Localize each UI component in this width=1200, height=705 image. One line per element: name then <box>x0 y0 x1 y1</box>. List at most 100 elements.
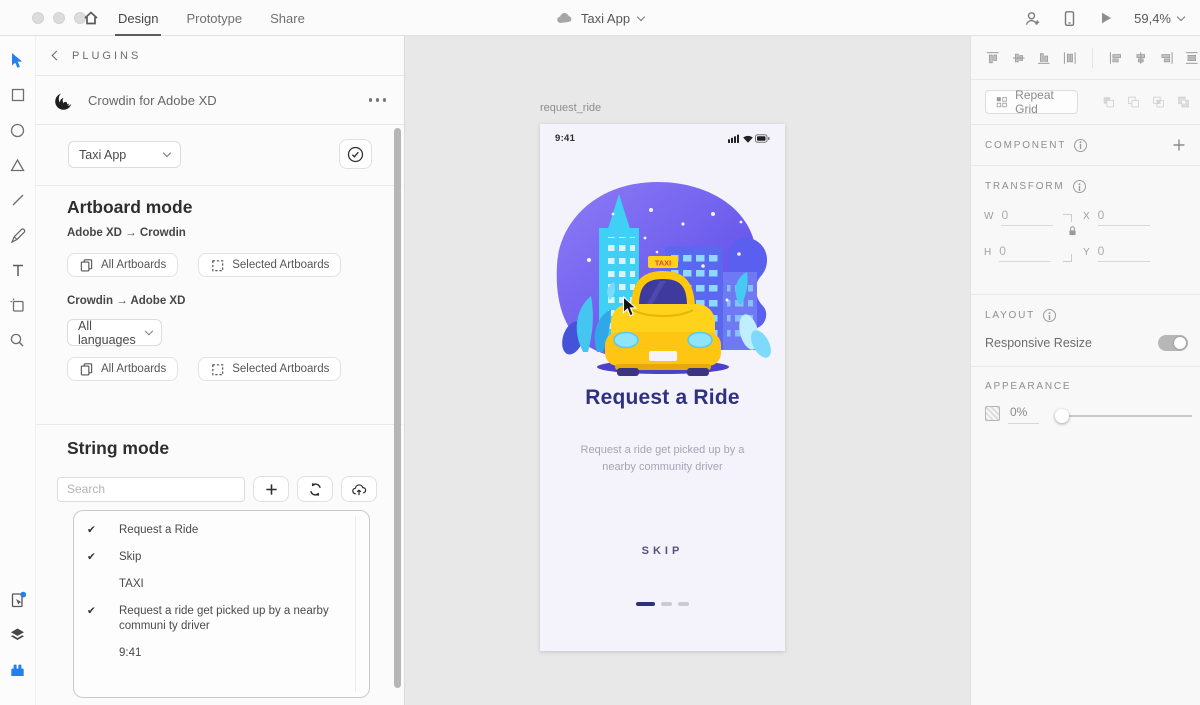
y-field[interactable]: Y 0 <box>1083 244 1150 262</box>
zoom-level: 59,4% <box>1134 10 1171 26</box>
add-string-button[interactable] <box>253 476 289 502</box>
layers-panel-button[interactable] <box>8 625 28 645</box>
all-artboards-button[interactable]: All Artboards <box>67 253 179 277</box>
zoom-control[interactable]: 59,4% <box>1134 10 1186 26</box>
string-row[interactable]: ✔ Skip <box>74 544 369 571</box>
status-time[interactable]: 9:41 <box>555 133 575 144</box>
skip-button[interactable]: SKIP <box>540 545 785 557</box>
play-preview-icon[interactable] <box>1098 10 1114 26</box>
transform-label: TRANSFORM <box>985 181 1065 192</box>
languages-select[interactable]: All languages <box>67 319 162 347</box>
back-chevron-icon[interactable] <box>51 50 62 61</box>
properties-panel: Repeat Grid COMPONENT TRANSFORM W 0 X 0 … <box>970 36 1200 705</box>
magnifier-icon <box>10 333 24 346</box>
width-field[interactable]: W 0 <box>984 208 1054 226</box>
tab-prototype[interactable]: Prototype <box>186 0 242 36</box>
align-center-icon[interactable] <box>1133 50 1149 66</box>
string-row[interactable]: ✔ Request a Ride <box>74 517 369 544</box>
add-component-icon[interactable] <box>1172 138 1186 152</box>
divider <box>36 424 402 425</box>
responsive-resize-toggle[interactable] <box>1158 335 1188 351</box>
string-row[interactable]: TAXI <box>74 571 369 598</box>
window-controls[interactable] <box>32 12 86 24</box>
distribute-horizontal-icon[interactable] <box>1184 50 1200 66</box>
invite-user-icon[interactable] <box>1024 10 1041 27</box>
screen-subtitle[interactable]: Request a ride get picked up by a nearby… <box>540 442 785 476</box>
assets-panel-button[interactable] <box>8 590 28 610</box>
window-close-icon[interactable] <box>32 12 44 24</box>
selected-artboards-button[interactable]: Selected Artboards <box>198 253 342 277</box>
artboard-request-ride[interactable]: 9:41 TAXI Request a Ride Request a ride … <box>540 124 785 651</box>
repeat-grid-button[interactable]: Repeat Grid <box>985 88 1078 116</box>
home-icon <box>84 11 98 25</box>
slider-track[interactable] <box>1059 415 1192 417</box>
pen-tool[interactable] <box>8 225 28 245</box>
tab-design[interactable]: Design <box>114 0 162 36</box>
artboard-name-label[interactable]: request_ride <box>540 102 601 114</box>
height-field[interactable]: H 0 <box>984 244 1052 262</box>
divider <box>36 185 402 186</box>
boolean-exclude-icon[interactable] <box>1177 94 1190 110</box>
more-options-icon[interactable] <box>368 98 386 102</box>
design-canvas[interactable]: request_ride 9:41 TAXI Request a Ride Re… <box>406 36 970 705</box>
check-circle-icon <box>347 146 364 162</box>
align-top-icon[interactable] <box>985 50 1001 66</box>
plugins-header-label: PLUGINS <box>72 49 142 62</box>
info-icon[interactable] <box>1074 138 1088 152</box>
polygon-tool[interactable] <box>8 155 28 175</box>
project-select[interactable]: Taxi App <box>68 141 181 168</box>
home-button[interactable] <box>82 9 100 27</box>
selected-artboards-button-download[interactable]: Selected Artboards <box>198 357 342 381</box>
distribute-vertical-icon[interactable] <box>1062 50 1078 66</box>
ellipse-tool[interactable] <box>8 120 28 140</box>
all-artboards-label: All Artboards <box>101 363 167 375</box>
device-preview-icon[interactable] <box>1061 10 1078 27</box>
boolean-add-icon[interactable] <box>1102 94 1115 110</box>
upload-strings-button[interactable] <box>341 476 377 502</box>
select-cursor-icon <box>12 52 23 68</box>
artboard-tool[interactable] <box>8 295 28 315</box>
align-right-icon[interactable] <box>1159 50 1175 66</box>
component-label: COMPONENT <box>985 139 1067 151</box>
x-value[interactable]: 0 <box>1097 208 1150 226</box>
panel-scrollbar[interactable] <box>394 128 401 688</box>
plugins-panel-button[interactable] <box>8 660 28 680</box>
rectangle-tool[interactable] <box>8 85 28 105</box>
refresh-icon <box>309 482 321 496</box>
sync-strings-button[interactable] <box>297 476 333 502</box>
taxi-illustration[interactable]: TAXI <box>553 180 773 376</box>
align-middle-icon[interactable] <box>1011 50 1027 66</box>
select-tool[interactable] <box>8 50 28 70</box>
y-value[interactable]: 0 <box>1097 244 1150 262</box>
line-tool[interactable] <box>8 190 28 210</box>
info-icon[interactable] <box>1072 180 1086 193</box>
x-field[interactable]: X 0 <box>1083 208 1150 226</box>
slider-knob[interactable] <box>1055 409 1069 423</box>
text-tool[interactable] <box>8 260 28 280</box>
zoom-tool[interactable] <box>8 330 28 350</box>
boolean-subtract-icon[interactable] <box>1127 94 1140 110</box>
opacity-value[interactable]: 0% <box>1008 405 1040 424</box>
info-icon[interactable] <box>1043 309 1057 322</box>
window-minimize-icon[interactable] <box>53 12 65 24</box>
toggle-knob <box>1174 337 1186 349</box>
document-title-control[interactable]: Taxi App <box>556 0 646 36</box>
search-input[interactable] <box>57 476 245 502</box>
assets-icon <box>11 591 26 608</box>
confirm-project-button[interactable] <box>339 139 372 169</box>
string-row[interactable]: ✔ Request a ride get picked up by a nearb… <box>74 598 369 640</box>
opacity-slider[interactable] <box>1055 409 1192 423</box>
boolean-intersect-icon[interactable] <box>1152 94 1165 110</box>
string-row[interactable]: 9:41 <box>74 640 369 667</box>
tab-share[interactable]: Share <box>270 0 305 36</box>
lock-aspect-icon[interactable] <box>1067 225 1078 237</box>
align-bottom-icon[interactable] <box>1036 50 1052 66</box>
screen-title[interactable]: Request a Ride <box>540 386 785 410</box>
width-value[interactable]: 0 <box>1001 208 1054 226</box>
object-toolbar: Repeat Grid <box>971 80 1200 125</box>
height-label: H <box>984 247 992 258</box>
align-left-icon[interactable] <box>1108 50 1124 66</box>
selected-artboards-label: Selected Artboards <box>232 259 330 271</box>
all-artboards-button-download[interactable]: All Artboards <box>67 357 179 381</box>
height-value[interactable]: 0 <box>999 244 1052 262</box>
